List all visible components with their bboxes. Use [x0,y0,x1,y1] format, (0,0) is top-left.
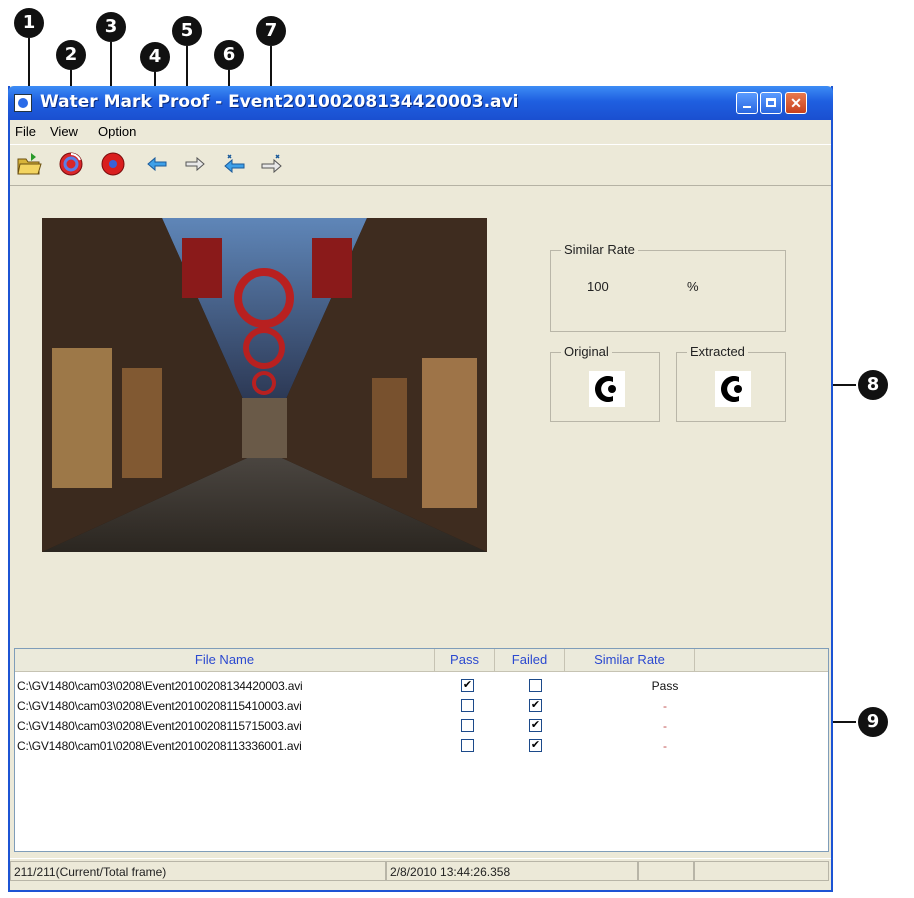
row-file-path: C:\GV1480\cam03\0208\Event20100208115410… [17,699,302,713]
original-watermark-group: Original [550,344,660,422]
pass-checkbox[interactable] [461,739,474,752]
column-pass[interactable]: Pass [435,649,495,671]
extracted-watermark-icon [715,371,751,407]
failed-checkbox[interactable]: ✔ [529,719,542,732]
menu-view[interactable]: View [50,124,78,139]
minimize-icon [743,106,751,108]
column-similar-rate[interactable]: Similar Rate [565,649,695,671]
column-file-name[interactable]: File Name [15,649,435,671]
status-frame-count: 211/211(Current/Total frame) [10,861,386,881]
next-frame-button[interactable] [182,151,208,177]
original-watermark-icon [589,371,625,407]
app-window: Water Mark Proof - Event2010020813442000… [8,86,833,892]
callout-6: 6 [214,40,244,70]
video-frame-image [42,218,487,552]
next-icon [185,156,205,172]
close-button[interactable]: ✕ [785,92,807,114]
callout-5: 5 [172,16,202,46]
toolbar [10,144,831,186]
callout-3: 3 [96,12,126,42]
column-failed[interactable]: Failed [495,649,565,671]
table-row[interactable]: C:\GV1480\cam03\0208\Event20100208115715… [15,717,828,737]
minimize-button[interactable] [736,92,758,114]
first-icon [224,154,245,174]
pass-checkbox[interactable] [461,719,474,732]
title-bar[interactable]: Water Mark Proof - Event2010020813442000… [8,86,833,120]
status-panel-empty-2 [694,861,829,881]
original-label: Original [561,344,612,359]
first-file-button[interactable] [222,151,248,177]
extracted-watermark-group: Extracted [676,344,786,422]
similar-rate-group: Similar Rate 100 % [550,242,786,332]
extracted-label: Extracted [687,344,748,359]
similar-rate-label: Similar Rate [561,242,638,257]
verify-icon [59,152,83,176]
previous-icon [147,156,167,172]
app-icon[interactable] [14,94,32,112]
last-file-button[interactable] [258,151,284,177]
callout-7: 7 [256,16,286,46]
video-preview [42,218,487,552]
menu-file[interactable]: File [15,124,36,139]
callout-1: 1 [14,8,44,38]
status-panel-empty-1 [638,861,694,881]
verify-watermark-button[interactable] [58,151,84,177]
last-icon [261,154,282,174]
failed-checkbox[interactable]: ✔ [529,699,542,712]
table-row[interactable]: C:\GV1480\cam01\0208\Event20100208113336… [15,737,828,757]
file-list-header: File Name Pass Failed Similar Rate [15,649,828,672]
previous-frame-button[interactable] [144,151,170,177]
row-similar-rate: - [663,739,667,753]
open-folder-icon [17,153,42,175]
pass-checkbox[interactable] [461,699,474,712]
similar-rate-unit: % [687,279,699,294]
callout-2: 2 [56,40,86,70]
stop-button[interactable] [100,151,126,177]
window-title: Water Mark Proof - Event2010020813442000… [40,92,519,112]
row-file-path: C:\GV1480\cam03\0208\Event20100208115715… [17,719,302,733]
maximize-icon [766,98,776,107]
similar-rate-value: 100 [587,279,609,294]
failed-checkbox[interactable]: ✔ [529,739,542,752]
file-list[interactable]: File Name Pass Failed Similar Rate C:\GV… [14,648,829,852]
stop-icon [101,152,125,176]
callout-9: 9 [858,707,888,737]
status-bar: 211/211(Current/Total frame) 2/8/2010 13… [10,858,831,883]
callout-4: 4 [140,42,170,72]
row-similar-rate: Pass [651,679,679,693]
row-similar-rate: - [663,719,667,733]
table-row[interactable]: C:\GV1480\cam03\0208\Event20100208134420… [15,677,828,697]
failed-checkbox[interactable] [529,679,542,692]
open-file-button[interactable] [16,151,42,177]
row-similar-rate: - [663,699,667,713]
status-timestamp: 2/8/2010 13:44:26.358 [386,861,638,881]
row-file-path: C:\GV1480\cam01\0208\Event20100208113336… [17,739,302,753]
row-file-path: C:\GV1480\cam03\0208\Event20100208134420… [17,679,303,693]
pass-checkbox[interactable]: ✔ [461,679,474,692]
table-row[interactable]: C:\GV1480\cam03\0208\Event20100208115410… [15,697,828,717]
callout-8: 8 [858,370,888,400]
close-icon: ✕ [790,95,802,111]
maximize-button[interactable] [760,92,782,114]
menu-option[interactable]: Option [98,124,136,139]
menu-bar: File View Option [10,120,831,142]
